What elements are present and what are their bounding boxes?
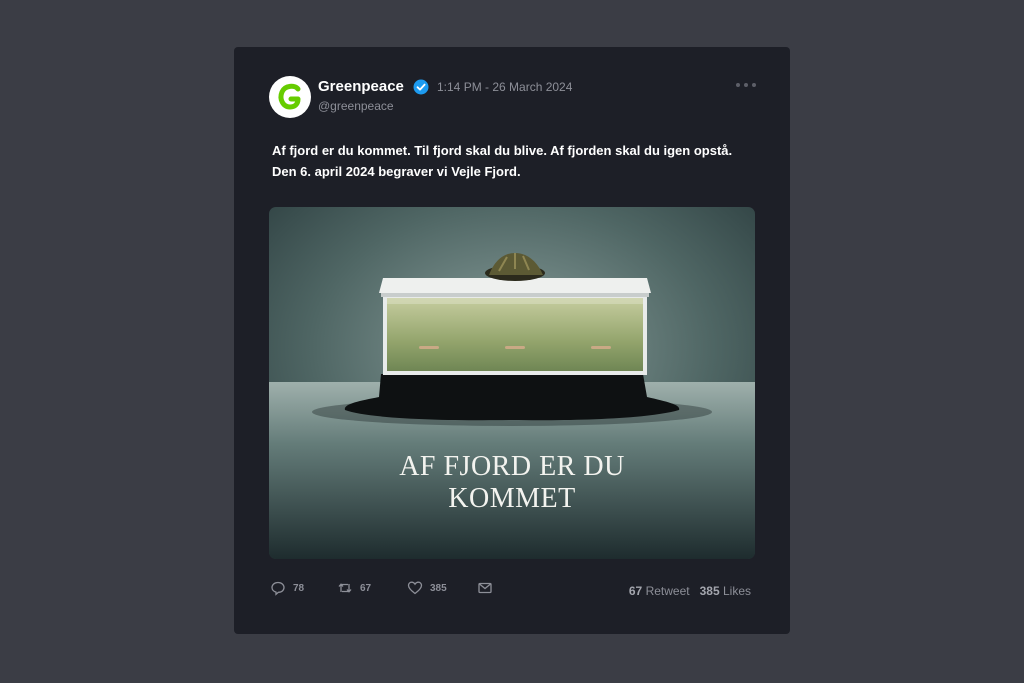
greenpeace-logo-icon	[278, 83, 301, 110]
retweet-stat[interactable]: 67 Retweet	[629, 584, 690, 598]
reply-icon	[271, 581, 285, 596]
image-caption-line: KOMMET	[448, 483, 576, 514]
retweet-button[interactable]: 67	[337, 580, 407, 596]
heart-icon	[407, 581, 423, 595]
retweet-stat-count: 67	[628, 584, 643, 598]
likes-stat[interactable]: 385 Likes	[700, 584, 751, 598]
message-button[interactable]	[477, 580, 500, 596]
more-dots-icon[interactable]	[736, 83, 756, 87]
image-caption: AF FJORD ER DU KOMMET	[269, 451, 755, 515]
tweet-timestamp[interactable]: 1:14 PM - 26 March 2024	[437, 80, 572, 94]
like-button[interactable]: 385	[407, 580, 477, 596]
tweet-media-image[interactable]: AF FJORD ER DU KOMMET	[269, 207, 755, 559]
mail-icon	[478, 582, 492, 594]
tweet-text-line: Af fjord er du kommet. Til fjord skal du…	[272, 143, 733, 158]
tweet-card: Greenpeace 1:14 PM - 26 March 2024 @gree…	[234, 47, 790, 634]
image-caption-line: AF FJORD ER DU	[399, 451, 625, 482]
like-count: 385	[430, 582, 447, 594]
reply-count: 78	[293, 582, 305, 594]
author-handle[interactable]: @greenpeace	[318, 99, 394, 113]
retweet-icon	[338, 583, 352, 593]
avatar[interactable]	[269, 76, 311, 118]
reply-button[interactable]: 78	[270, 580, 337, 596]
retweet-stat-label: Retweet	[645, 584, 690, 598]
likes-stat-count: 385	[699, 584, 720, 598]
likes-stat-label: Likes	[722, 584, 751, 598]
author-name[interactable]: Greenpeace	[318, 78, 404, 95]
verified-badge-icon	[413, 79, 429, 95]
retweet-count: 67	[360, 582, 372, 594]
tweet-stats: 67 Retweet 385 Likes	[629, 584, 751, 598]
tweet-text: Af fjord er du kommet. Til fjord skal du…	[272, 140, 762, 182]
tweet-actions: 78 67 385	[270, 580, 500, 596]
tweet-text-line: Den 6. april 2024 begraver vi Vejle Fjor…	[272, 164, 521, 179]
